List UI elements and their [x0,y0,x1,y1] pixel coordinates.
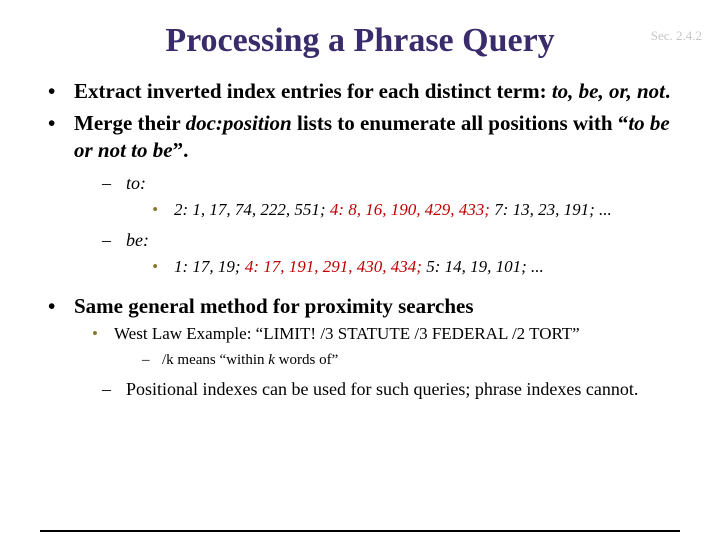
section-label: Sec. 2.4.2 [651,28,702,44]
text: ”. [173,138,189,162]
slide: Sec. 2.4.2 Processing a Phrase Query Ext… [0,22,720,540]
text: lists to enumerate all positions with “ [292,111,629,135]
bullet-list-2: Same general method for proximity search… [42,293,690,401]
text: Merge their [74,111,186,135]
text: /k means “within [162,352,268,368]
bullet-list-1: Extract inverted index entries for each … [42,78,690,279]
docid-highlight: 4: [245,257,259,276]
positions-highlight: 8, 16, 190, 429, 433; [344,200,494,219]
positions: 1, 17, 74, 222, 551; [188,200,330,219]
docid: 5: [426,257,440,276]
text: Positional indexes can be used for such … [126,379,638,399]
bullet-merge: Merge their doc:position lists to enumer… [42,110,690,279]
posting-list-be: 1: 17, 19; 4: 17, 191, 291, 430, 434; 5:… [152,256,690,279]
slide-title: Processing a Phrase Query [0,22,720,60]
text: words of” [275,352,338,368]
slide-content: Extract inverted index entries for each … [42,78,690,401]
bullet-extract: Extract inverted index entries for each … [42,78,690,104]
doc-position: doc:position [186,111,292,135]
posting-list-to: 2: 1, 17, 74, 222, 551; 4: 8, 16, 190, 4… [152,199,690,222]
docid: 1: [174,257,188,276]
postings-be: 1: 17, 19; 4: 17, 191, 291, 430, 434; 5:… [152,256,690,279]
var-k: k [268,352,275,368]
text: Same general method for proximity search… [74,294,474,318]
slash-k-definition: /k means “within k words of” [142,350,690,370]
sub-sub-list: /k means “within k words of” [142,350,690,370]
westlaw-example: West Law Example: “LIMIT! /3 STATUTE /3 … [92,323,690,370]
term-list: to: 2: 1, 17, 74, 222, 551; 4: 8, 16, 19… [102,171,690,279]
positions: 13, 23, 191; ... [508,200,611,219]
postings-to: 2: 1, 17, 74, 222, 551; 4: 8, 16, 190, 4… [152,199,690,222]
text: West Law Example: “LIMIT! /3 STATUTE /3 … [114,324,580,343]
docid-highlight: 4: [330,200,344,219]
term-be: be: 1: 17, 19; 4: 17, 191, 291, 430, 434… [102,228,690,279]
sub-list: West Law Example: “LIMIT! /3 STATUTE /3 … [92,323,690,370]
conclusion-list: Positional indexes can be used for such … [102,377,690,401]
term-to: to: 2: 1, 17, 74, 222, 551; 4: 8, 16, 19… [102,171,690,222]
positions: 17, 19; [188,257,245,276]
docid: 2: [174,200,188,219]
bullet-proximity: Same general method for proximity search… [42,293,690,401]
term-label: be: [126,230,149,250]
positions-highlight: 17, 191, 291, 430, 434; [259,257,426,276]
term-label: to: [126,173,146,193]
terms-list: to, be, or, not [552,79,665,103]
footer-rule [40,530,680,532]
positions: 14, 19, 101; ... [440,257,543,276]
text: Extract inverted index entries for each … [74,79,552,103]
docid: 7: [494,200,508,219]
text: . [665,79,670,103]
conclusion: Positional indexes can be used for such … [102,377,690,401]
